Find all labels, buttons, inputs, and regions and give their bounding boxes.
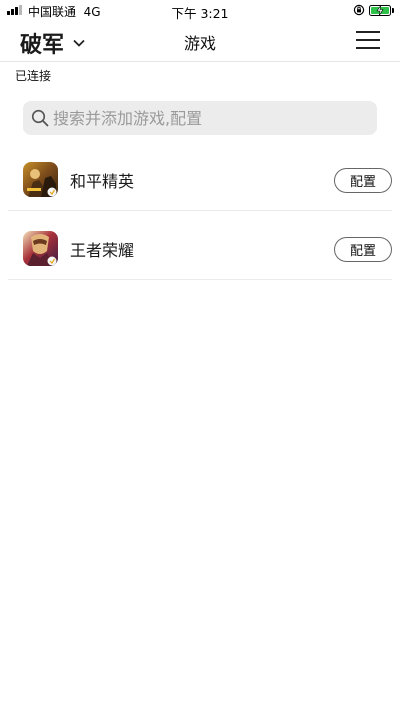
config-button[interactable]: 配置 bbox=[334, 237, 392, 262]
hamburger-menu-icon[interactable] bbox=[356, 30, 382, 50]
peace-elite-game-icon bbox=[23, 162, 58, 197]
game-list-item[interactable]: 王者荣耀 配置 bbox=[8, 211, 392, 280]
page-title: 游戏 bbox=[183, 34, 216, 53]
game-name: 和平精英 bbox=[70, 172, 135, 191]
orientation-lock-icon bbox=[353, 4, 365, 16]
nav-bar: 破军 游戏 bbox=[0, 20, 400, 62]
game-list-item[interactable]: 和平精英 配置 bbox=[8, 142, 392, 211]
honor-of-kings-game-icon bbox=[23, 231, 58, 266]
search-icon bbox=[31, 109, 49, 127]
battery-charging-icon bbox=[369, 5, 391, 16]
config-button[interactable]: 配置 bbox=[334, 168, 392, 193]
connection-status: 已连接 bbox=[15, 69, 52, 83]
status-bar: 中国联通 4G 下午 3:21 bbox=[0, 0, 400, 21]
search-input[interactable] bbox=[53, 108, 353, 128]
battery-cap bbox=[392, 8, 394, 13]
game-name: 王者荣耀 bbox=[70, 241, 135, 260]
search-bar[interactable] bbox=[23, 101, 377, 135]
